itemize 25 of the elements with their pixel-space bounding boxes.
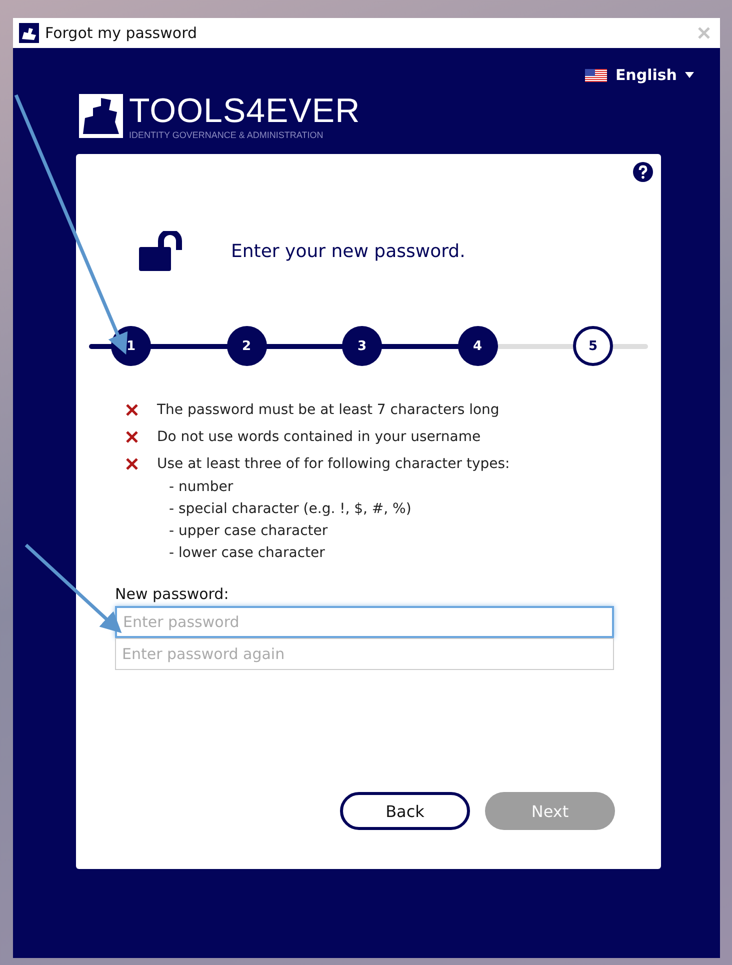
step-indicator: 3: [342, 326, 382, 366]
field-label: New password:: [115, 585, 230, 603]
logo-name: TOOLS4EVER: [129, 94, 360, 128]
rule-text: Do not use words contained in your username: [157, 429, 481, 445]
logo-tagline: IDENTITY GOVERNANCE & ADMINISTRATION: [129, 130, 324, 140]
logo-icon: [79, 94, 123, 138]
password-field[interactable]: Enter password again: [115, 638, 614, 670]
app-icon: [19, 23, 39, 43]
character-type: - special character (e.g. !, $, #, %): [169, 501, 412, 517]
character-type: - upper case character: [169, 523, 329, 539]
character-type: - number: [169, 479, 234, 495]
flag-icon: [585, 68, 608, 82]
password-field[interactable]: Enter password: [115, 606, 614, 638]
step-indicator: 2: [226, 326, 266, 366]
step-indicator: 5: [573, 326, 613, 366]
step-indicator: 4: [458, 326, 498, 366]
character-type: - lower case character: [169, 545, 326, 561]
rule-text: The password must be at least 7 characters long: [157, 402, 500, 418]
caret-icon: [685, 72, 694, 78]
back-button[interactable]: Back: [340, 792, 470, 830]
window-title: Forgot my password: [45, 24, 198, 42]
help-icon[interactable]: [633, 162, 653, 182]
heading: Enter your new password.: [231, 240, 466, 262]
language-selector[interactable]: English: [585, 66, 694, 84]
rule-text: Use at least three of for following character types:: [157, 456, 510, 472]
